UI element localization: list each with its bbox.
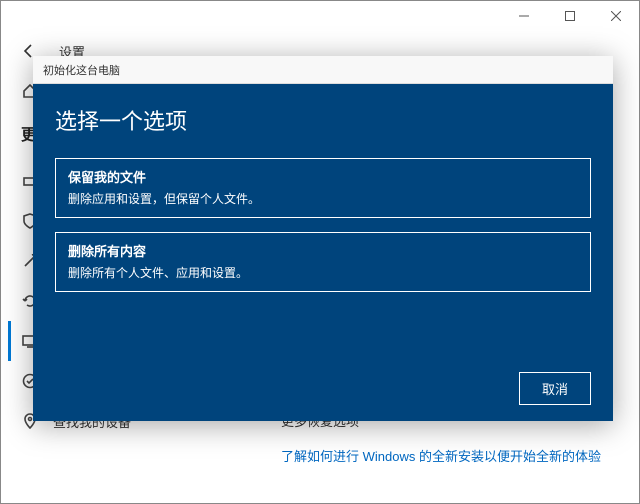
option-desc: 删除应用和设置，但保留个人文件。 bbox=[68, 190, 578, 207]
reset-pc-dialog: 初始化这台电脑 选择一个选项 保留我的文件 删除应用和设置，但保留个人文件。 删… bbox=[33, 56, 613, 421]
minimize-button[interactable] bbox=[501, 1, 547, 31]
settings-window: 设置 更 激活 查找我的设备 更多恢复选项 了解如何 bbox=[0, 0, 640, 504]
cancel-button[interactable]: 取消 bbox=[519, 372, 591, 405]
close-button[interactable] bbox=[593, 1, 639, 31]
dialog-header: 初始化这台电脑 bbox=[33, 56, 613, 84]
titlebar bbox=[1, 1, 639, 31]
option-title: 删除所有内容 bbox=[68, 241, 578, 260]
option-remove-everything[interactable]: 删除所有内容 删除所有个人文件、应用和设置。 bbox=[55, 232, 591, 292]
dialog-body: 选择一个选项 保留我的文件 删除应用和设置，但保留个人文件。 删除所有内容 删除… bbox=[33, 84, 613, 421]
option-desc: 删除所有个人文件、应用和设置。 bbox=[68, 264, 578, 281]
fresh-install-link[interactable]: 了解如何进行 Windows 的全新安装以便开始全新的体验 bbox=[281, 446, 619, 465]
maximize-button[interactable] bbox=[547, 1, 593, 31]
dialog-title: 选择一个选项 bbox=[55, 104, 591, 136]
option-keep-files[interactable]: 保留我的文件 删除应用和设置，但保留个人文件。 bbox=[55, 158, 591, 218]
option-title: 保留我的文件 bbox=[68, 167, 578, 186]
